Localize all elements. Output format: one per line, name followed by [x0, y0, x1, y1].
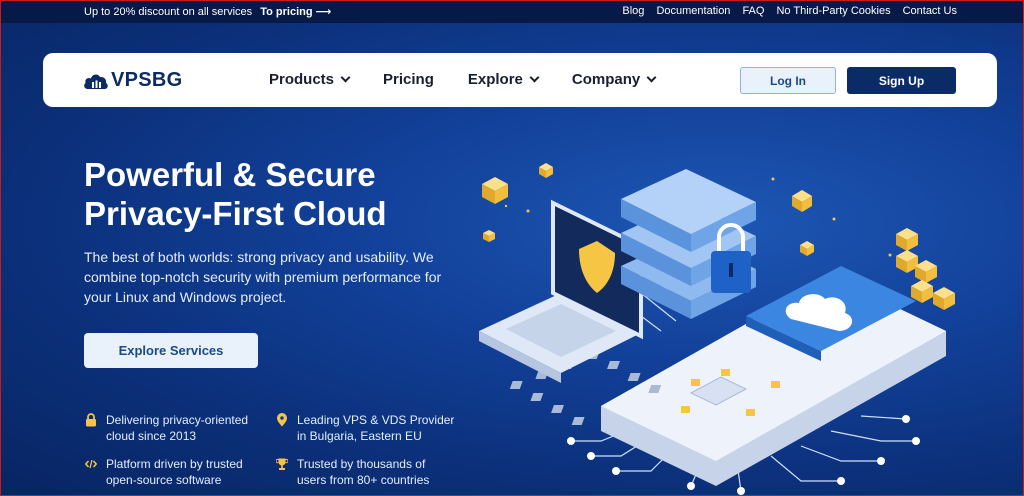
hero-title-line-1: Powerful & Secure — [84, 156, 376, 193]
nav-item-label: Company — [571, 71, 641, 88]
feature-line: Trusted by thousands of — [297, 457, 426, 471]
nav-menu: Products Pricing Explore Company — [269, 71, 657, 88]
explore-services-button[interactable]: Explore Services — [84, 333, 258, 368]
feature-text: Trusted by thousands of users from 80+ c… — [297, 456, 429, 488]
nav-item-products[interactable]: Products — [269, 71, 351, 88]
top-link-no-third-party-cookies[interactable]: No Third-Party Cookies — [776, 5, 890, 17]
page-frame: Up to 20% discount on all services To pr… — [0, 0, 1024, 496]
feature-text: Platform driven by trusted open-source s… — [106, 456, 243, 488]
nav-item-pricing[interactable]: Pricing — [383, 71, 434, 88]
feature-line: cloud since 2013 — [106, 429, 197, 443]
location-pin-icon — [277, 413, 287, 427]
chevron-down-icon — [529, 72, 540, 83]
promo: Up to 20% discount on all services To pr… — [84, 5, 331, 18]
top-announcement-bar: Up to 20% discount on all services To pr… — [1, 1, 1023, 23]
to-pricing-link[interactable]: To pricing ⟶ — [260, 6, 331, 18]
padlock-keyhole — [729, 263, 733, 277]
hero-illustration — [479, 163, 955, 495]
feature-text: Leading VPS & VDS Provider in Bulgaria, … — [297, 412, 454, 444]
cloud-logo-icon — [84, 73, 108, 89]
nav-item-explore[interactable]: Explore — [467, 71, 540, 88]
feature-location: Leading VPS & VDS Provider in Bulgaria, … — [276, 412, 476, 444]
login-button[interactable]: Log In — [740, 67, 836, 94]
promo-text: Up to 20% discount on all services — [84, 6, 253, 18]
feature-trusted: Trusted by thousands of users from 80+ c… — [276, 456, 476, 488]
code-icon — [85, 459, 97, 469]
top-link-blog[interactable]: Blog — [622, 5, 644, 17]
logo[interactable]: VPSBG — [83, 69, 183, 92]
top-link-faq[interactable]: FAQ — [742, 5, 764, 17]
signup-button[interactable]: Sign Up — [847, 67, 956, 94]
nav-item-label: Products — [269, 71, 335, 88]
hero-subtitle: The best of both worlds: strong privacy … — [84, 249, 442, 305]
nav-item-label: Pricing — [383, 71, 434, 88]
feature-text: Delivering privacy-oriented cloud since … — [106, 412, 248, 444]
top-link-documentation[interactable]: Documentation — [656, 5, 730, 17]
feature-line: open-source software — [106, 473, 222, 487]
feature-privacy: Delivering privacy-oriented cloud since … — [85, 412, 275, 444]
top-links: Blog Documentation FAQ No Third-Party Co… — [622, 5, 957, 17]
chevron-down-icon — [646, 72, 657, 83]
feature-line: Leading VPS & VDS Provider — [297, 413, 455, 427]
main-navbar: VPSBG Products Pricing Explore Company L… — [43, 53, 997, 107]
feature-line: users from 80+ countries — [297, 473, 430, 487]
trophy-icon — [276, 458, 288, 470]
feature-open-source: Platform driven by trusted open-source s… — [85, 456, 275, 488]
nav-item-label: Explore — [467, 71, 523, 88]
hero-title: Powerful & Secure Privacy-First Cloud — [84, 155, 504, 233]
hero-title-line-2: Privacy-First Cloud — [84, 195, 387, 232]
top-link-contact-us[interactable]: Contact Us — [903, 5, 957, 17]
chevron-down-icon — [340, 72, 351, 83]
feature-line: in Bulgaria, Eastern EU — [297, 429, 422, 443]
feature-line: Platform driven by trusted — [106, 457, 243, 471]
nav-item-company[interactable]: Company — [571, 71, 657, 88]
logo-text: VPSBG — [111, 69, 183, 91]
feature-line: Delivering privacy-oriented — [106, 413, 249, 427]
lock-icon — [86, 413, 96, 427]
